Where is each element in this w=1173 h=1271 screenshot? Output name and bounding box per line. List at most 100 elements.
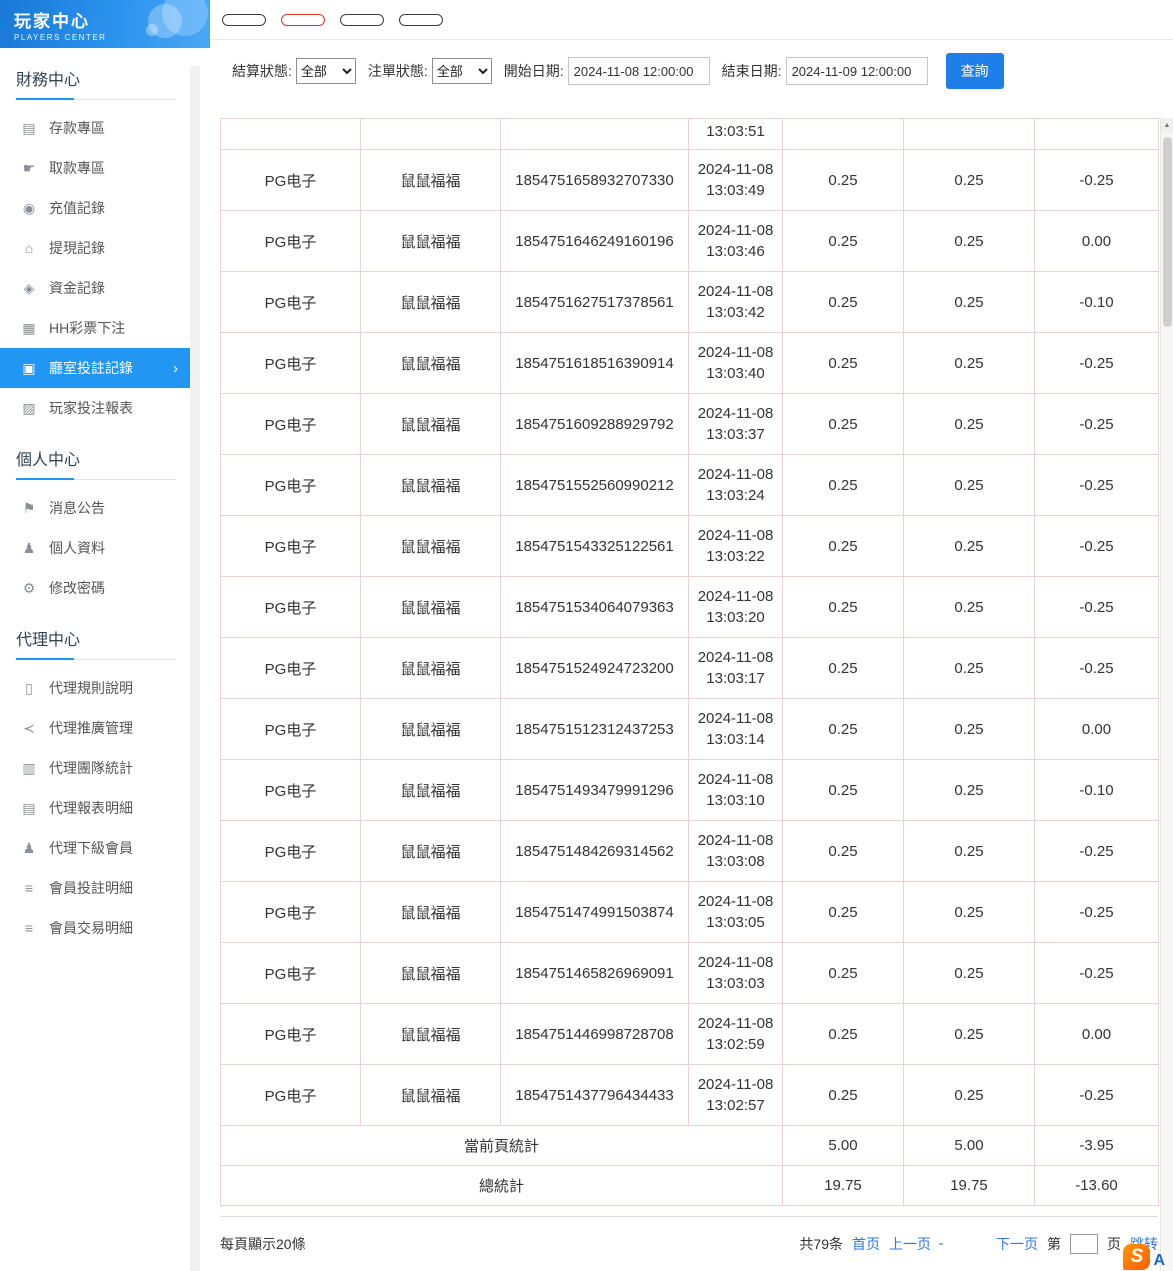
start-date-input[interactable] (568, 57, 710, 85)
cell-order-number: 1854751437796434433 (501, 1065, 689, 1126)
cell-order-number: 1854751474991503874 (501, 882, 689, 943)
sidebar-item-agent-sub-members[interactable]: ♟ 代理下級會員 › (0, 828, 190, 868)
sidebar-item-member-bet-details[interactable]: ≡ 會員投註明細 › (0, 868, 190, 908)
sidebar-item-agent-promotion[interactable]: ≺ 代理推廣管理 › (0, 708, 190, 748)
list-doc-icon: ≡ (18, 880, 40, 896)
chevron-right-icon: › (173, 360, 178, 377)
cell-game: 鼠鼠福福 (361, 333, 501, 394)
vertical-scrollbar[interactable]: ▲ (1160, 118, 1173, 1271)
table-row: PG电子 鼠鼠福福 1854751512312437253 2024-11-08… (221, 699, 1159, 760)
sidebar-item-deposit-area[interactable]: ▤ 存款專區 › (0, 108, 190, 148)
cell-valid-bet: 0.25 (904, 394, 1035, 455)
cell-bet-amount: 0.25 (783, 699, 904, 760)
sidebar-item-announcements[interactable]: ⚑ 消息公告 › (0, 488, 190, 528)
bet-records-table-wrap: 13:03:51 PG电子 鼠鼠福福 1854751658932707330 2… (220, 118, 1158, 1206)
sidebar-item-recharge-records[interactable]: ◉ 充值記錄 › (0, 188, 190, 228)
sidebar-item-agent-rules[interactable]: ▯ 代理規則說明 › (0, 668, 190, 708)
jump-page-input[interactable] (1070, 1234, 1098, 1254)
cell-time: 2024-11-08 13:03:42 (689, 272, 783, 333)
sogou-ime-icon[interactable]: S (1123, 1244, 1150, 1270)
cell-order-number: 1854751543325122561 (501, 516, 689, 577)
cell-valid-bet: 0.25 (904, 211, 1035, 272)
cell-order-number: 1854751524924723200 (501, 638, 689, 699)
sidebar: 玩家中心 PLAYERS CENTER 財務中心 ▤ 存款專區 › ☛ 取款專區… (0, 0, 210, 1271)
cell-game: 鼠鼠福福 (361, 150, 501, 211)
table-row: PG电子 鼠鼠福福 1854751658932707330 2024-11-08… (221, 150, 1159, 211)
order-status-select[interactable]: 全部 (432, 58, 492, 84)
next-page-link[interactable]: 下一页 (996, 1234, 1038, 1254)
cell-profit: -0.25 (1035, 638, 1159, 699)
cell-platform: PG电子 (221, 333, 361, 394)
cell-order-number: 1854751552560990212 (501, 455, 689, 516)
cell-profit: -0.25 (1035, 455, 1159, 516)
start-date-label: 開始日期: (504, 61, 564, 81)
cell-valid-bet: 0.25 (904, 1065, 1035, 1126)
end-date-input[interactable] (786, 57, 928, 85)
sidebar-item-fund-records[interactable]: ◈ 資金記錄 › (0, 268, 190, 308)
cell-bet-amount: 0.25 (783, 882, 904, 943)
search-button[interactable]: 查詢 (946, 53, 1004, 89)
table-row-partial: 13:03:51 (221, 119, 1159, 150)
sidebar-item-withdrawal-records[interactable]: ⌂ 提現記錄 › (0, 228, 190, 268)
prev-page-link[interactable]: 上一页 (889, 1234, 931, 1254)
cell-platform: PG电子 (221, 943, 361, 1004)
cell-bet-amount: 0.25 (783, 516, 904, 577)
sidebar-item-profile[interactable]: ♟ 個人資料 › (0, 528, 190, 568)
cell-game: 鼠鼠福福 (361, 1065, 501, 1126)
cell-platform: PG电子 (221, 272, 361, 333)
sidebar-item-hh-lottery-bet[interactable]: ▦ HH彩票下注 › (0, 308, 190, 348)
sidebar-item-player-bet-report[interactable]: ▨ 玩家投注報表 › (0, 388, 190, 428)
cell-bet-amount: 0.25 (783, 272, 904, 333)
cell-time: 2024-11-08 13:03:37 (689, 394, 783, 455)
per-page-label: 每頁顯示20條 (220, 1234, 306, 1254)
sidebar-body: 財務中心 ▤ 存款專區 › ☛ 取款專區 › ◉ 充值記錄 › ⌂ 提現記錄 ›… (0, 66, 200, 1271)
cell-valid-bet: 0.25 (904, 272, 1035, 333)
cell-time: 2024-11-08 13:03:22 (689, 516, 783, 577)
cell-bet-amount: 0.25 (783, 394, 904, 455)
order-status-label: 注單狀態: (368, 61, 428, 81)
sidebar-item-change-password[interactable]: ⚙ 修改密碼 › (0, 568, 190, 608)
ime-mode-letter[interactable]: A (1153, 1252, 1165, 1270)
cell-bet-amount: 0.25 (783, 821, 904, 882)
cell-time: 2024-11-08 13:03:14 (689, 699, 783, 760)
cell-bet-amount: 0.25 (783, 333, 904, 394)
cell-game: 鼠鼠福福 (361, 211, 501, 272)
cell-platform: PG电子 (221, 577, 361, 638)
sidebar-section: 財務中心 ▤ 存款專區 › ☛ 取款專區 › ◉ 充值記錄 › ⌂ 提現記錄 ›… (0, 66, 190, 428)
top-tab[interactable] (222, 14, 266, 26)
sidebar-item-agent-report-details[interactable]: ▤ 代理報表明細 › (0, 788, 190, 828)
pager: 共79条 首页 上一页 下一页 第 页 跳转 (799, 1234, 1158, 1254)
cell-profit: -0.25 (1035, 577, 1159, 638)
table-row: PG电子 鼠鼠福福 1854751446998728708 2024-11-08… (221, 1004, 1159, 1065)
sidebar-section: 代理中心 ▯ 代理規則說明 › ≺ 代理推廣管理 › ▥ 代理團隊統計 › ▤ … (0, 626, 190, 948)
cell-time: 2024-11-08 13:03:03 (689, 943, 783, 1004)
table-row: PG电子 鼠鼠福福 1854751484269314562 2024-11-08… (221, 821, 1159, 882)
total-count-label: 共79条 (799, 1234, 843, 1254)
sidebar-item-agent-team-stats[interactable]: ▥ 代理團隊統計 › (0, 748, 190, 788)
cell-order-number: 1854751646249160196 (501, 211, 689, 272)
first-page-link[interactable]: 首页 (852, 1234, 880, 1254)
sidebar-item-member-transaction-details[interactable]: ≡ 會員交易明細 › (0, 908, 190, 948)
cell-order (501, 119, 689, 150)
cell-bet-amount: 0.25 (783, 1004, 904, 1065)
table-row: PG电子 鼠鼠福福 1854751465826969091 2024-11-08… (221, 943, 1159, 1004)
bet-records-table: 13:03:51 PG电子 鼠鼠福福 1854751658932707330 2… (220, 118, 1159, 1206)
top-tab[interactable] (281, 14, 325, 26)
sidebar-item-room-bet-records[interactable]: ▣ 廳室投註記錄 › (0, 348, 190, 388)
settle-status-select[interactable]: 全部 (296, 58, 356, 84)
page-total-profit: -3.95 (1035, 1126, 1159, 1166)
cell-platform: PG电子 (221, 699, 361, 760)
sidebar-item-withdraw-area[interactable]: ☛ 取款專區 › (0, 148, 190, 188)
top-tab[interactable] (399, 14, 443, 26)
page-total-valid: 5.00 (904, 1126, 1035, 1166)
cell-valid (904, 119, 1035, 150)
scrollbar-thumb[interactable] (1163, 137, 1172, 327)
grand-total-bet: 19.75 (783, 1166, 904, 1206)
scroll-up-arrow-icon[interactable]: ▲ (1161, 118, 1173, 133)
sidebar-section: 個人中心 ⚑ 消息公告 › ♟ 個人資料 › ⚙ 修改密碼 › (0, 446, 190, 608)
funds-icon: ◈ (18, 280, 40, 297)
cell-bet-amount: 0.25 (783, 1065, 904, 1126)
list-doc-icon: ≡ (18, 920, 40, 936)
top-tab[interactable] (340, 14, 384, 26)
cell-time: 2024-11-08 13:03:40 (689, 333, 783, 394)
